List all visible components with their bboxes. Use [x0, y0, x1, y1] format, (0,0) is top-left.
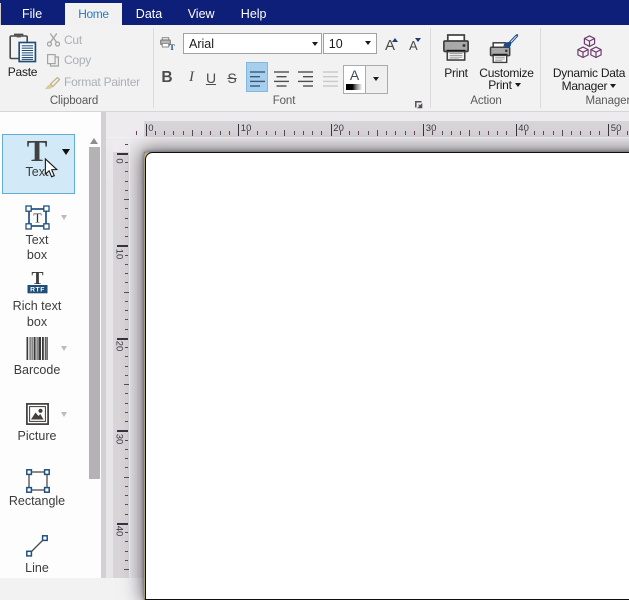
svg-text:RTF: RTF [30, 286, 45, 293]
svg-text:T: T [33, 210, 42, 225]
svg-text:T: T [169, 42, 175, 51]
